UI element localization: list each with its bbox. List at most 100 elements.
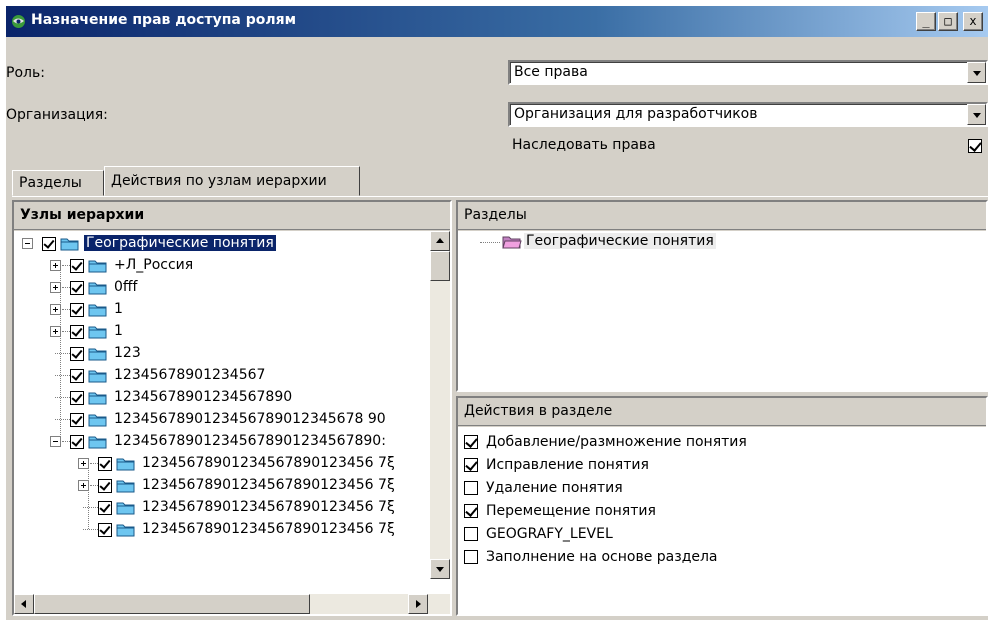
- tab-sections[interactable]: Разделы: [12, 170, 104, 196]
- tree-node-label: 12345678901234567890123456 7ξ: [142, 455, 395, 471]
- organization-value: Организация для разработчиков: [514, 106, 758, 122]
- title-bar[interactable]: Назначение прав доступа ролям _ □ x: [6, 6, 988, 37]
- tree-node-label: 123456789012345678901234567890:: [114, 433, 386, 449]
- folder-icon: [116, 502, 135, 515]
- section-item[interactable]: Географические понятия: [524, 233, 716, 249]
- tree-node-label: 12345678901234567890123456 7ξ: [142, 521, 395, 537]
- actions-panel: Действия в разделе Добавление/размножени…: [456, 396, 988, 616]
- hierarchy-panel: Узлы иерархии Географические понятия +Л_Р…: [12, 200, 452, 616]
- tree-node-checkbox[interactable]: [70, 281, 84, 295]
- tree-node-checkbox[interactable]: [70, 413, 84, 427]
- maximize-button[interactable]: □: [938, 12, 958, 31]
- folder-icon: [88, 326, 107, 339]
- actions-header: Действия в разделе: [458, 398, 986, 426]
- tree-node-label: Географические понятия: [84, 235, 276, 251]
- organization-label: Организация:: [6, 107, 108, 123]
- folder-open-icon: [502, 236, 522, 249]
- tree-node-checkbox[interactable]: [98, 501, 112, 515]
- action-label: Удаление понятия: [486, 480, 623, 496]
- tree-node-checkbox[interactable]: [70, 303, 84, 317]
- tree-node-label: 12345678901234567890123456 7ξ: [142, 499, 395, 515]
- tree-node[interactable]: 123: [14, 343, 414, 365]
- role-combobox[interactable]: Все права: [508, 60, 988, 85]
- action-label: Добавление/размножение понятия: [486, 434, 747, 450]
- tree-node-label: +Л_Россия: [114, 257, 194, 273]
- tree-node-checkbox[interactable]: [42, 237, 56, 251]
- role-dropdown-button[interactable]: [967, 62, 986, 83]
- tree-node[interactable]: 1: [14, 321, 414, 343]
- tree-node-label: 1234567890123456789012345678 90: [114, 411, 386, 427]
- tree-node-label: 12345678901234567: [114, 367, 266, 383]
- tree-node[interactable]: 1234567890123456789​0: [14, 387, 414, 409]
- tree-node[interactable]: 12345678901234567: [14, 365, 414, 387]
- scroll-right-button[interactable]: [408, 594, 428, 614]
- tree-node-checkbox[interactable]: [98, 479, 112, 493]
- hierarchy-tree-area: Географические понятия +Л_Россия 0fff 1 1 123…: [14, 231, 450, 614]
- role-value: Все права: [514, 64, 588, 80]
- folder-icon: [88, 436, 107, 449]
- scroll-up-button[interactable]: [430, 231, 450, 251]
- action-checkbox[interactable]: [464, 458, 478, 472]
- action-checkbox[interactable]: [464, 504, 478, 518]
- tree-node-label: 1: [114, 301, 123, 317]
- folder-icon: [116, 480, 135, 493]
- collapse-icon[interactable]: [22, 238, 33, 249]
- tree-node-label: 1234567890123456789​0: [114, 389, 293, 405]
- organization-combobox[interactable]: Организация для разработчиков: [508, 102, 988, 127]
- folder-icon: [88, 260, 107, 273]
- action-checkbox[interactable]: [464, 435, 478, 449]
- hierarchy-header: Узлы иерархии: [14, 202, 450, 230]
- folder-icon: [88, 348, 107, 361]
- tree-node-label: 0fff: [114, 279, 138, 295]
- action-label: Заполнение на основе раздела: [486, 549, 718, 565]
- folder-icon: [88, 392, 107, 405]
- tree-node[interactable]: 1234567890123456789012345678 90: [14, 409, 414, 431]
- tree-node[interactable]: 12345678901234567890123456 7ξ: [14, 453, 414, 475]
- tree-node-checkbox[interactable]: [70, 391, 84, 405]
- actions-list: Добавление/размножение понятия Исправлени…: [458, 427, 986, 614]
- folder-icon: [60, 238, 79, 251]
- horizontal-scroll-thumb[interactable]: [34, 594, 310, 614]
- sections-area: Географические понятия: [458, 231, 986, 390]
- folder-icon: [116, 524, 135, 537]
- tree-node[interactable]: +Л_Россия: [14, 255, 414, 277]
- tree-node[interactable]: 12345678901234567890123456 7ξ: [14, 475, 414, 497]
- action-checkbox[interactable]: [464, 550, 478, 564]
- hierarchy-tree[interactable]: Географические понятия +Л_Россия 0fff 1 1 123…: [14, 231, 430, 579]
- sections-header: Разделы: [458, 202, 986, 230]
- tree-node-checkbox[interactable]: [70, 369, 84, 383]
- action-label: Перемещение понятия: [486, 503, 656, 519]
- minimize-button[interactable]: _: [916, 12, 936, 31]
- action-checkbox[interactable]: [464, 527, 478, 541]
- tab-hierarchy-actions[interactable]: Действия по узлам иерархии: [104, 166, 360, 196]
- tree-node[interactable]: Географические понятия: [14, 233, 414, 255]
- app-icon: [11, 14, 26, 29]
- tree-node[interactable]: 12345678901234567890123456 7ξ: [14, 497, 414, 519]
- tree-node-checkbox[interactable]: [70, 325, 84, 339]
- tree-horizontal-scrollbar[interactable]: [14, 594, 450, 614]
- organization-dropdown-button[interactable]: [967, 104, 986, 125]
- tree-node[interactable]: 12345678901234567890123456 7ξ: [14, 519, 414, 541]
- folder-icon: [88, 370, 107, 383]
- folder-icon: [88, 414, 107, 427]
- inherit-rights-checkbox[interactable]: [968, 139, 982, 153]
- tree-node-checkbox[interactable]: [70, 259, 84, 273]
- tree-node[interactable]: 123456789012345678901234567890:: [14, 431, 414, 453]
- action-label: Исправление понятия: [486, 457, 649, 473]
- tree-node-label: 1: [114, 323, 123, 339]
- tree-node-checkbox[interactable]: [98, 457, 112, 471]
- tree-node-checkbox[interactable]: [70, 435, 84, 449]
- tree-node-checkbox[interactable]: [98, 523, 112, 537]
- scroll-down-button[interactable]: [430, 559, 450, 579]
- tab-strip-line: [12, 196, 988, 197]
- tree-node-checkbox[interactable]: [70, 347, 84, 361]
- tree-node[interactable]: 0fff: [14, 277, 414, 299]
- tree-vertical-scrollbar[interactable]: [430, 231, 450, 579]
- tree-node[interactable]: 1: [14, 299, 414, 321]
- action-checkbox[interactable]: [464, 481, 478, 495]
- close-button[interactable]: x: [963, 12, 983, 31]
- folder-icon: [116, 458, 135, 471]
- folder-icon: [88, 282, 107, 295]
- vertical-scroll-thumb[interactable]: [430, 251, 450, 281]
- scroll-left-button[interactable]: [14, 594, 34, 614]
